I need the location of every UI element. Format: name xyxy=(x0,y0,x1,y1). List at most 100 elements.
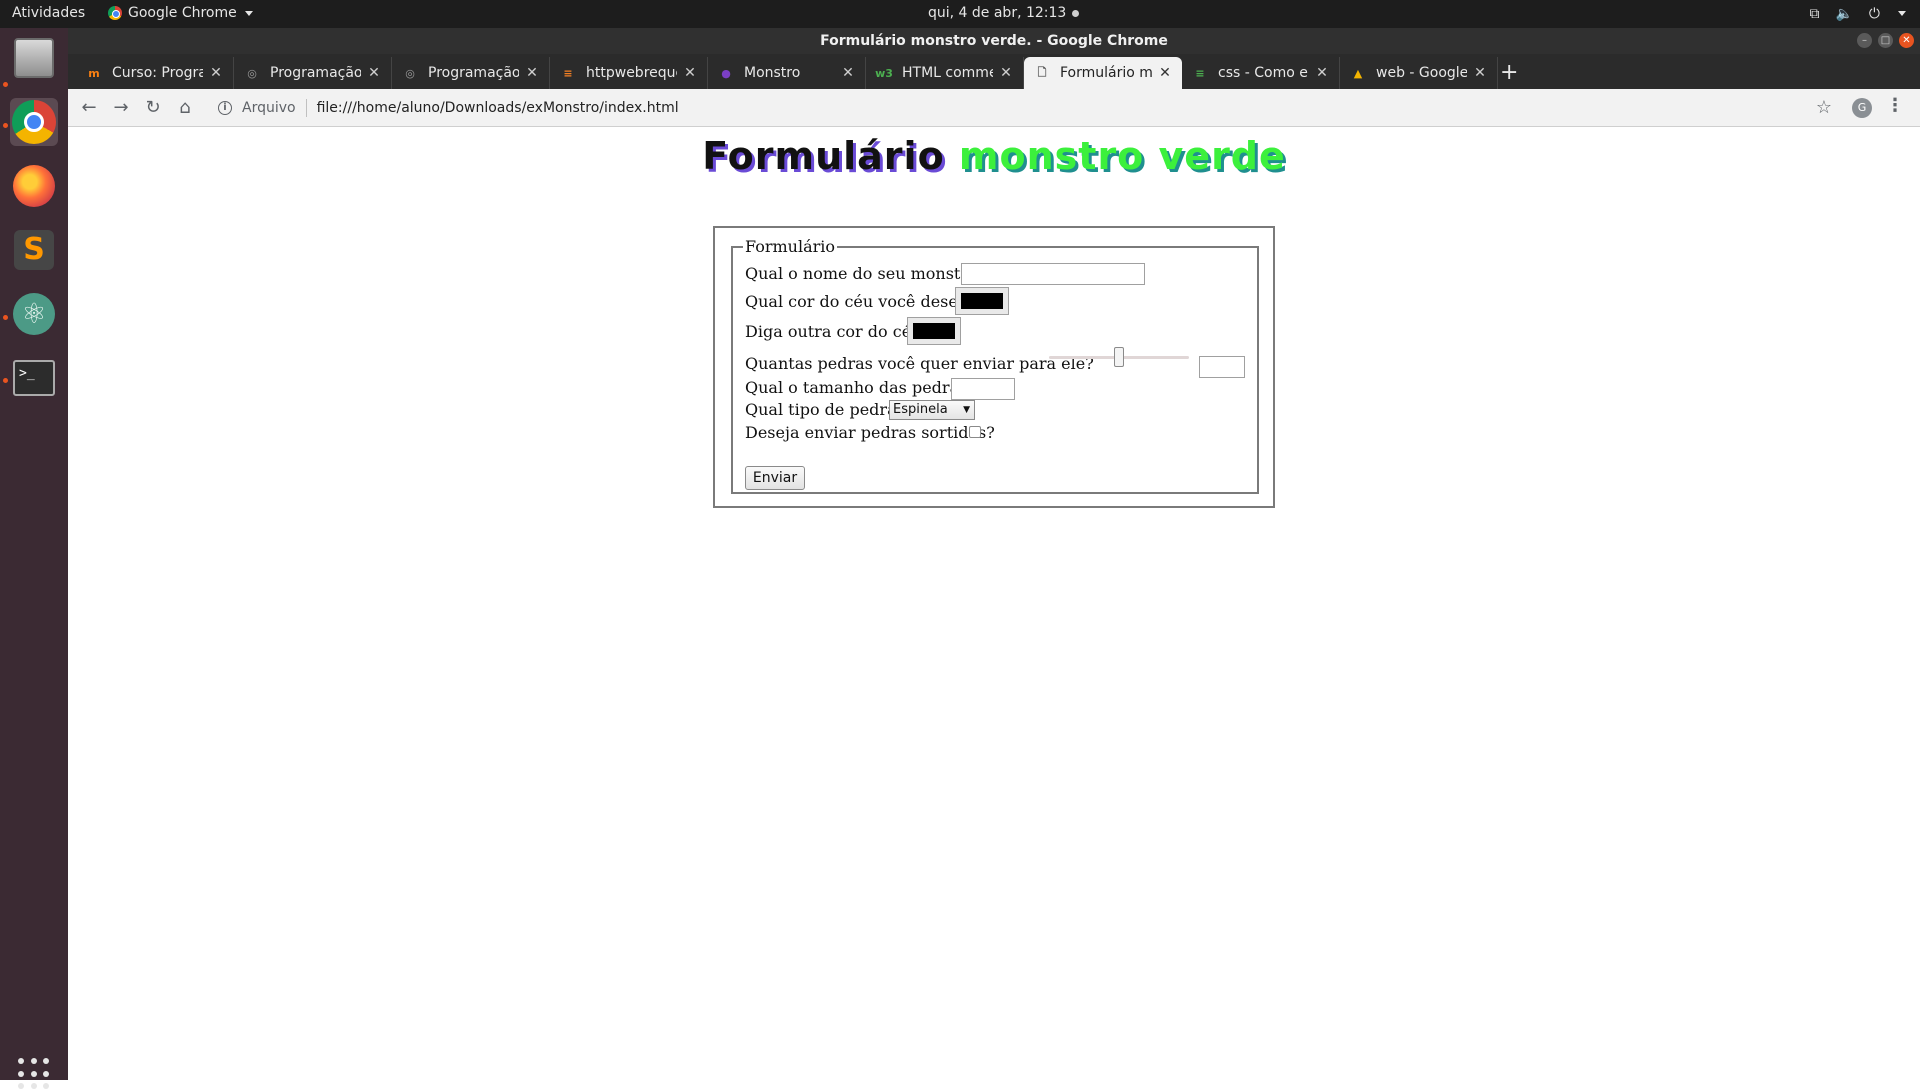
page-title: Formulário monstro verde xyxy=(68,134,1920,178)
stones-count-slider-thumb[interactable] xyxy=(1114,347,1124,367)
label-sky-color: Qual cor do céu você deseja? xyxy=(745,292,981,311)
activities-button[interactable]: Atividades xyxy=(12,5,85,21)
dock-sublime[interactable]: S xyxy=(10,226,58,274)
back-icon[interactable]: ← xyxy=(78,97,100,119)
form-fieldset: Formulário Qual o nome do seu monstro? Q… xyxy=(731,237,1259,494)
tab-close-icon[interactable]: ✕ xyxy=(1315,65,1329,81)
page-viewport: Formulário monstro verde Formulário Qual… xyxy=(68,128,1920,1080)
globe-icon: ◎ xyxy=(405,66,415,80)
system-top-bar: Atividades Google Chrome qui, 4 de abr, … xyxy=(0,0,1920,28)
tab-close-icon[interactable]: ✕ xyxy=(1158,65,1172,81)
maximize-icon[interactable]: □ xyxy=(1878,33,1893,48)
atom-icon: ⚛ xyxy=(13,293,55,335)
profile-avatar[interactable]: G xyxy=(1852,98,1872,118)
kebab-menu-icon[interactable]: ⋮ xyxy=(1886,95,1904,116)
new-tab-plus-icon[interactable]: + xyxy=(1500,59,1518,87)
volume-icon[interactable]: 🔈 xyxy=(1835,5,1852,23)
tab-5[interactable]: ● Monstro ✕ xyxy=(708,57,866,89)
tab-title: HTML comment tag xyxy=(902,65,993,81)
tab-9[interactable]: ▲ web - Google Drive ✕ xyxy=(1340,57,1498,89)
info-icon[interactable]: i xyxy=(218,101,232,115)
google-drive-icon: ▲ xyxy=(1353,66,1363,80)
monster-name-input[interactable] xyxy=(961,263,1145,285)
sky-color-picker[interactable] xyxy=(955,287,1009,315)
omnibox-divider xyxy=(305,99,307,117)
tab-close-icon[interactable]: ✕ xyxy=(367,65,381,81)
tab-close-icon[interactable]: ✕ xyxy=(1473,65,1487,81)
launcher-dock: S ⚛ >_ xyxy=(0,28,68,1090)
reload-icon[interactable]: ↻ xyxy=(142,97,164,119)
tab-close-icon[interactable]: ✕ xyxy=(683,65,697,81)
label-other-color: Diga outra cor do céu: xyxy=(745,322,927,341)
tab-close-icon[interactable]: ✕ xyxy=(999,65,1013,81)
title-part-monstro-verde: monstro verde xyxy=(958,134,1286,178)
sublime-text-icon: S xyxy=(14,230,54,270)
tab-2[interactable]: ◎ Programação Web ✕ xyxy=(234,57,392,89)
tab-title: Programação Web xyxy=(270,65,361,81)
dock-chrome[interactable] xyxy=(10,98,58,146)
tab-1[interactable]: m Curso: Programação ✕ xyxy=(76,57,234,89)
url-text[interactable]: file:///home/aluno/Downloads/exMonstro/i… xyxy=(317,100,679,116)
label-stones-count: Quantas pedras você quer enviar para ele… xyxy=(745,354,1094,373)
running-indicator xyxy=(3,123,8,128)
stone-type-select[interactable]: Espinela ▼ xyxy=(889,400,975,420)
stones-count-output[interactable] xyxy=(1199,356,1245,378)
tab-4[interactable]: ≡ httpwebrequest - V ✕ xyxy=(550,57,708,89)
other-color-swatch xyxy=(913,323,955,339)
running-indicator xyxy=(3,315,8,320)
system-tray[interactable]: ⧉ 🔈 ⏻ xyxy=(1809,5,1906,23)
tab-title: Programação Web xyxy=(428,65,519,81)
stone-size-input[interactable] xyxy=(951,378,1015,400)
tab-3[interactable]: ◎ Programação Web ✕ xyxy=(392,57,550,89)
tab-close-icon[interactable]: ✕ xyxy=(841,65,855,81)
tab-7[interactable]: 🗋 Formulário monstro verde. ✕ xyxy=(1024,57,1182,89)
dock-atom[interactable]: ⚛ xyxy=(10,290,58,338)
moodle-icon: m xyxy=(88,66,100,80)
terminal-icon: >_ xyxy=(13,360,55,396)
notification-dot-icon xyxy=(1072,9,1080,17)
forward-icon[interactable]: → xyxy=(110,97,132,119)
tab-title: web - Google Drive xyxy=(1376,65,1467,81)
dock-files[interactable] xyxy=(10,34,58,82)
dock-terminal[interactable]: >_ xyxy=(10,354,58,402)
other-color-picker[interactable] xyxy=(907,317,961,345)
show-applications-icon[interactable] xyxy=(18,1058,50,1090)
label-assorted-stones: Deseja enviar pedras sortidas? xyxy=(745,423,995,442)
title-part-formulario: Formulário xyxy=(702,134,945,178)
clock-label: qui, 4 de abr, 12:13 xyxy=(928,5,1067,21)
tab-close-icon[interactable]: ✕ xyxy=(209,65,223,81)
home-icon[interactable]: ⌂ xyxy=(174,97,196,119)
stackoverflow-icon: ≡ xyxy=(563,66,573,80)
firefox-icon xyxy=(13,165,55,207)
tab-close-icon[interactable]: ✕ xyxy=(525,65,539,81)
w3-icon: w3 xyxy=(875,66,893,80)
tab-title: Formulário monstro verde. xyxy=(1060,65,1152,81)
stone-type-selected: Espinela xyxy=(893,402,948,417)
files-icon xyxy=(14,38,54,78)
running-indicator xyxy=(3,378,8,383)
tab-6[interactable]: w3 HTML comment tag ✕ xyxy=(866,57,1024,89)
caret-down-icon[interactable] xyxy=(1898,11,1906,16)
app-menu[interactable]: Google Chrome xyxy=(108,5,253,21)
network-icon[interactable]: ⧉ xyxy=(1809,5,1819,23)
minimize-icon[interactable]: – xyxy=(1857,33,1872,48)
dock-firefox[interactable] xyxy=(10,162,58,210)
security-label[interactable]: Arquivo xyxy=(242,100,296,116)
clock[interactable]: qui, 4 de abr, 12:13 xyxy=(928,5,1080,21)
tab-title: httpwebrequest - V xyxy=(586,65,677,81)
submit-button[interactable]: Enviar xyxy=(745,466,805,490)
bookmark-star-icon[interactable]: ☆ xyxy=(1816,97,1832,118)
assorted-stones-checkbox[interactable] xyxy=(969,426,981,438)
form-container: Formulário Qual o nome do seu monstro? Q… xyxy=(713,226,1275,508)
file-icon: 🗋 xyxy=(1037,65,1047,79)
monster-icon: ● xyxy=(721,66,731,80)
tab-strip: m Curso: Programação ✕ ◎ Programação Web ✕ ◎ Pr… xyxy=(68,54,1920,89)
power-icon[interactable]: ⏻ xyxy=(1869,5,1880,23)
tab-title: Curso: Programação xyxy=(112,65,203,81)
address-bar[interactable]: i Arquivo file:///home/aluno/Downloads/e… xyxy=(208,93,1868,123)
close-window-icon[interactable]: ✕ xyxy=(1899,33,1914,48)
fieldset-legend: Formulário xyxy=(743,237,838,256)
tab-title: css - Como eu cons xyxy=(1218,65,1309,81)
label-stone-type: Qual tipo de pedra? xyxy=(745,400,906,419)
tab-8[interactable]: ≡ css - Como eu cons ✕ xyxy=(1182,57,1340,89)
